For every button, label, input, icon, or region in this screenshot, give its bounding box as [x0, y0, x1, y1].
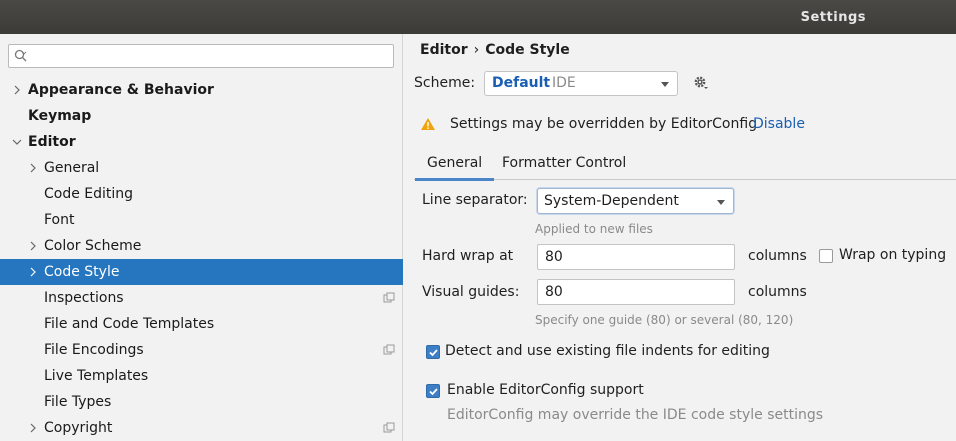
project-scope-icon	[383, 344, 395, 355]
dropdown-arrow-icon	[717, 200, 725, 205]
detect-indents-checkbox[interactable]	[426, 345, 440, 359]
title-bar: Settings	[0, 0, 956, 34]
sidebar-item-label: Copyright	[44, 420, 113, 436]
sidebar-item-label: Code Editing	[44, 186, 134, 202]
detect-indents-label[interactable]: Detect and use existing file indents for…	[445, 343, 770, 359]
gear-icon[interactable]	[693, 75, 709, 91]
line-separator-value: System-Dependent	[544, 193, 679, 209]
sidebar-item-label: Code Style	[44, 264, 120, 280]
code-style-panel: Editor › Code Style Scheme: Default IDE Se…	[404, 34, 956, 441]
sidebar-item-general[interactable]: General	[0, 155, 403, 181]
window-title: Settings	[800, 10, 866, 25]
chevron-right-icon[interactable]	[28, 155, 40, 181]
chevron-right-icon[interactable]	[28, 259, 40, 285]
breadcrumb: Editor › Code Style	[420, 42, 570, 58]
editorconfig-hint: EditorConfig may override the IDE code s…	[447, 407, 824, 423]
sidebar-item-font[interactable]: Font	[0, 207, 403, 233]
visual-guides-unit: columns	[748, 284, 807, 300]
breadcrumb-parent[interactable]: Editor	[420, 42, 468, 58]
sidebar-item-copyright[interactable]: Copyright	[0, 415, 403, 441]
chevron-right-icon[interactable]	[28, 415, 40, 441]
chevron-down-icon[interactable]	[11, 129, 23, 155]
wrap-on-typing-checkbox[interactable]	[819, 249, 833, 263]
disable-link[interactable]: Disable	[753, 116, 805, 132]
sidebar-item-keymap[interactable]: Keymap	[0, 103, 403, 129]
sidebar-item-file-types[interactable]: File Types	[0, 389, 403, 415]
wrap-on-typing-label[interactable]: Wrap on typing	[839, 247, 946, 263]
sidebar-item-file-encodings[interactable]: File Encodings	[0, 337, 403, 363]
checkmark-icon	[429, 349, 438, 357]
editorconfig-checkbox[interactable]	[426, 384, 440, 398]
editorconfig-label[interactable]: Enable EditorConfig support	[447, 382, 644, 398]
project-scope-icon	[383, 292, 395, 303]
chevron-right-icon[interactable]	[12, 77, 24, 103]
line-separator-label: Line separator:	[422, 192, 528, 208]
chevron-right-icon[interactable]	[28, 233, 40, 259]
visual-guides-value: 80	[545, 284, 563, 300]
scheme-kind: IDE	[552, 75, 576, 91]
sidebar-item-label: Appearance & Behavior	[28, 82, 214, 98]
sidebar-item-inspections[interactable]: Inspections	[0, 285, 403, 311]
hard-wrap-input[interactable]: 80	[537, 244, 735, 270]
sidebar-item-live-templates[interactable]: Live Templates	[0, 363, 403, 389]
scheme-label: Scheme:	[414, 75, 476, 91]
settings-sidebar: Appearance & Behavior Keymap Editor Gene…	[0, 34, 403, 441]
sidebar-item-label: Inspections	[44, 290, 124, 306]
visual-guides-input[interactable]: 80	[537, 279, 735, 305]
line-separator-hint: Applied to new files	[535, 222, 653, 236]
sidebar-item-color-scheme[interactable]: Color Scheme	[0, 233, 403, 259]
sidebar-item-editor[interactable]: Editor	[0, 129, 403, 155]
visual-guides-hint: Specify one guide (80) or several (80, 1…	[535, 313, 794, 327]
sidebar-item-label: Editor	[28, 134, 76, 150]
warning-icon	[421, 118, 435, 130]
sidebar-item-label: Live Templates	[44, 368, 149, 384]
sidebar-item-code-editing[interactable]: Code Editing	[0, 181, 403, 207]
scheme-dropdown[interactable]: Default IDE	[484, 71, 678, 96]
sidebar-item-code-style[interactable]: Code Style	[0, 259, 403, 285]
breadcrumb-separator: ›	[473, 42, 480, 58]
sidebar-item-label: Color Scheme	[44, 238, 142, 254]
sidebar-item-appearance-behavior[interactable]: Appearance & Behavior	[0, 77, 403, 103]
tab-bar: General Formatter Control	[414, 147, 956, 181]
tab-general[interactable]: General	[414, 155, 495, 181]
scheme-name: Default	[492, 75, 551, 91]
sidebar-item-file-code-templates[interactable]: File and Code Templates	[0, 311, 403, 337]
tab-formatter-control[interactable]: Formatter Control	[502, 155, 626, 171]
dropdown-arrow-icon	[661, 82, 669, 87]
search-icon	[14, 49, 27, 62]
sidebar-item-label: General	[44, 160, 100, 176]
checkmark-icon	[429, 388, 438, 396]
sidebar-item-label: Keymap	[28, 108, 92, 124]
hard-wrap-value: 80	[545, 249, 563, 265]
sidebar-item-label: File Types	[44, 394, 112, 410]
project-scope-icon	[383, 422, 395, 433]
visual-guides-label: Visual guides:	[422, 284, 520, 300]
hard-wrap-unit: columns	[748, 248, 807, 264]
line-separator-dropdown[interactable]: System-Dependent	[537, 188, 734, 214]
hard-wrap-label: Hard wrap at	[422, 248, 514, 264]
search-input[interactable]	[8, 44, 394, 68]
breadcrumb-current: Code Style	[485, 42, 570, 58]
warning-text: Settings may be overridden by EditorConf…	[450, 116, 758, 132]
sidebar-item-label: Font	[44, 212, 75, 228]
sidebar-item-label: File and Code Templates	[44, 316, 215, 332]
sidebar-item-label: File Encodings	[44, 342, 144, 358]
